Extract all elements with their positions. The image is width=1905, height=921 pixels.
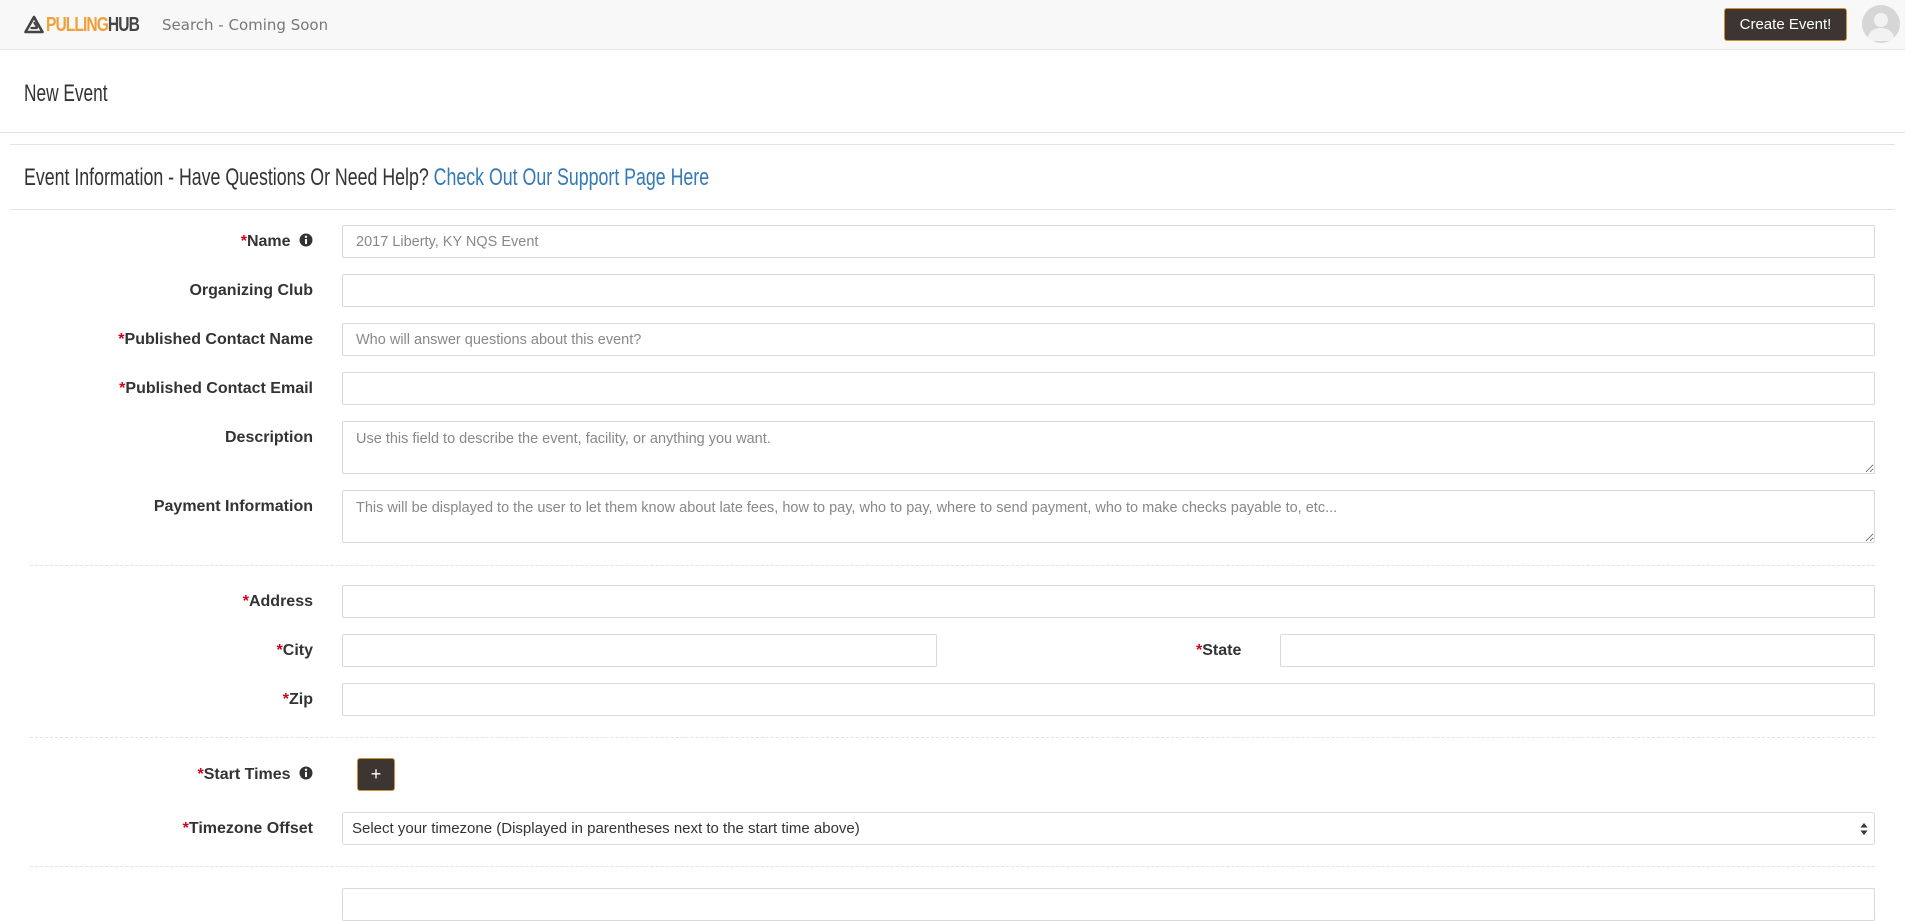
timezone-offset-label: *Timezone Offset (182, 820, 313, 837)
address-label: *Address (242, 593, 313, 610)
form-divider (30, 866, 1875, 867)
name-input[interactable] (342, 225, 1875, 258)
info-icon[interactable] (299, 766, 313, 780)
select-arrows-icon (1860, 823, 1868, 835)
city-label: *City (276, 642, 313, 659)
start-times-label: *Start Times (197, 766, 313, 784)
address-input[interactable] (342, 585, 1875, 618)
description-label: Description (224, 429, 313, 446)
form-divider (30, 565, 1875, 566)
contact-name-input[interactable] (342, 323, 1875, 356)
city-input[interactable] (342, 634, 937, 667)
logo-mark-icon (24, 15, 44, 34)
next-field-input[interactable] (342, 888, 1875, 921)
description-textarea[interactable] (342, 421, 1875, 474)
create-event-button[interactable]: Create Event! (1724, 8, 1847, 41)
section-title: Event Information - Have Questions Or Ne… (24, 164, 709, 192)
page-title: New Event (24, 80, 108, 107)
timezone-selected-value: Select your timezone (Displayed in paren… (352, 820, 860, 837)
state-label: *State (1196, 642, 1242, 659)
contact-email-label: *Published Contact Email (119, 380, 313, 397)
contact-email-input[interactable] (342, 372, 1875, 405)
organizing-club-label: Organizing Club (189, 282, 313, 299)
section-title-text: Event Information - Have Questions Or Ne… (24, 164, 429, 191)
search-placeholder-text: Search - Coming Soon (162, 16, 329, 34)
section-divider-bottom (10, 209, 1895, 210)
state-input[interactable] (1280, 634, 1875, 667)
brand-wordmark: PULLINGHUB (46, 13, 140, 36)
info-icon[interactable] (299, 233, 313, 247)
support-page-link[interactable]: Check Out Our Support Page Here (434, 164, 709, 191)
payment-information-textarea[interactable] (342, 490, 1875, 543)
name-label: *Name (241, 233, 313, 251)
section-divider-top (10, 144, 1895, 145)
brand-logo[interactable]: PULLINGHUB (24, 13, 165, 37)
header-divider (0, 132, 1905, 133)
organizing-club-input[interactable] (342, 274, 1875, 307)
zip-label: *Zip (282, 691, 313, 708)
zip-input[interactable] (342, 683, 1875, 716)
avatar-icon[interactable] (1862, 5, 1900, 43)
timezone-select[interactable]: Select your timezone (Displayed in paren… (342, 812, 1875, 845)
payment-information-label: Payment Information (153, 498, 313, 515)
form-divider (30, 737, 1875, 738)
add-start-time-button[interactable]: + (357, 758, 395, 791)
contact-name-label: *Published Contact Name (118, 331, 313, 348)
top-navbar: PULLINGHUB Search - Coming Soon Create E… (0, 0, 1905, 50)
